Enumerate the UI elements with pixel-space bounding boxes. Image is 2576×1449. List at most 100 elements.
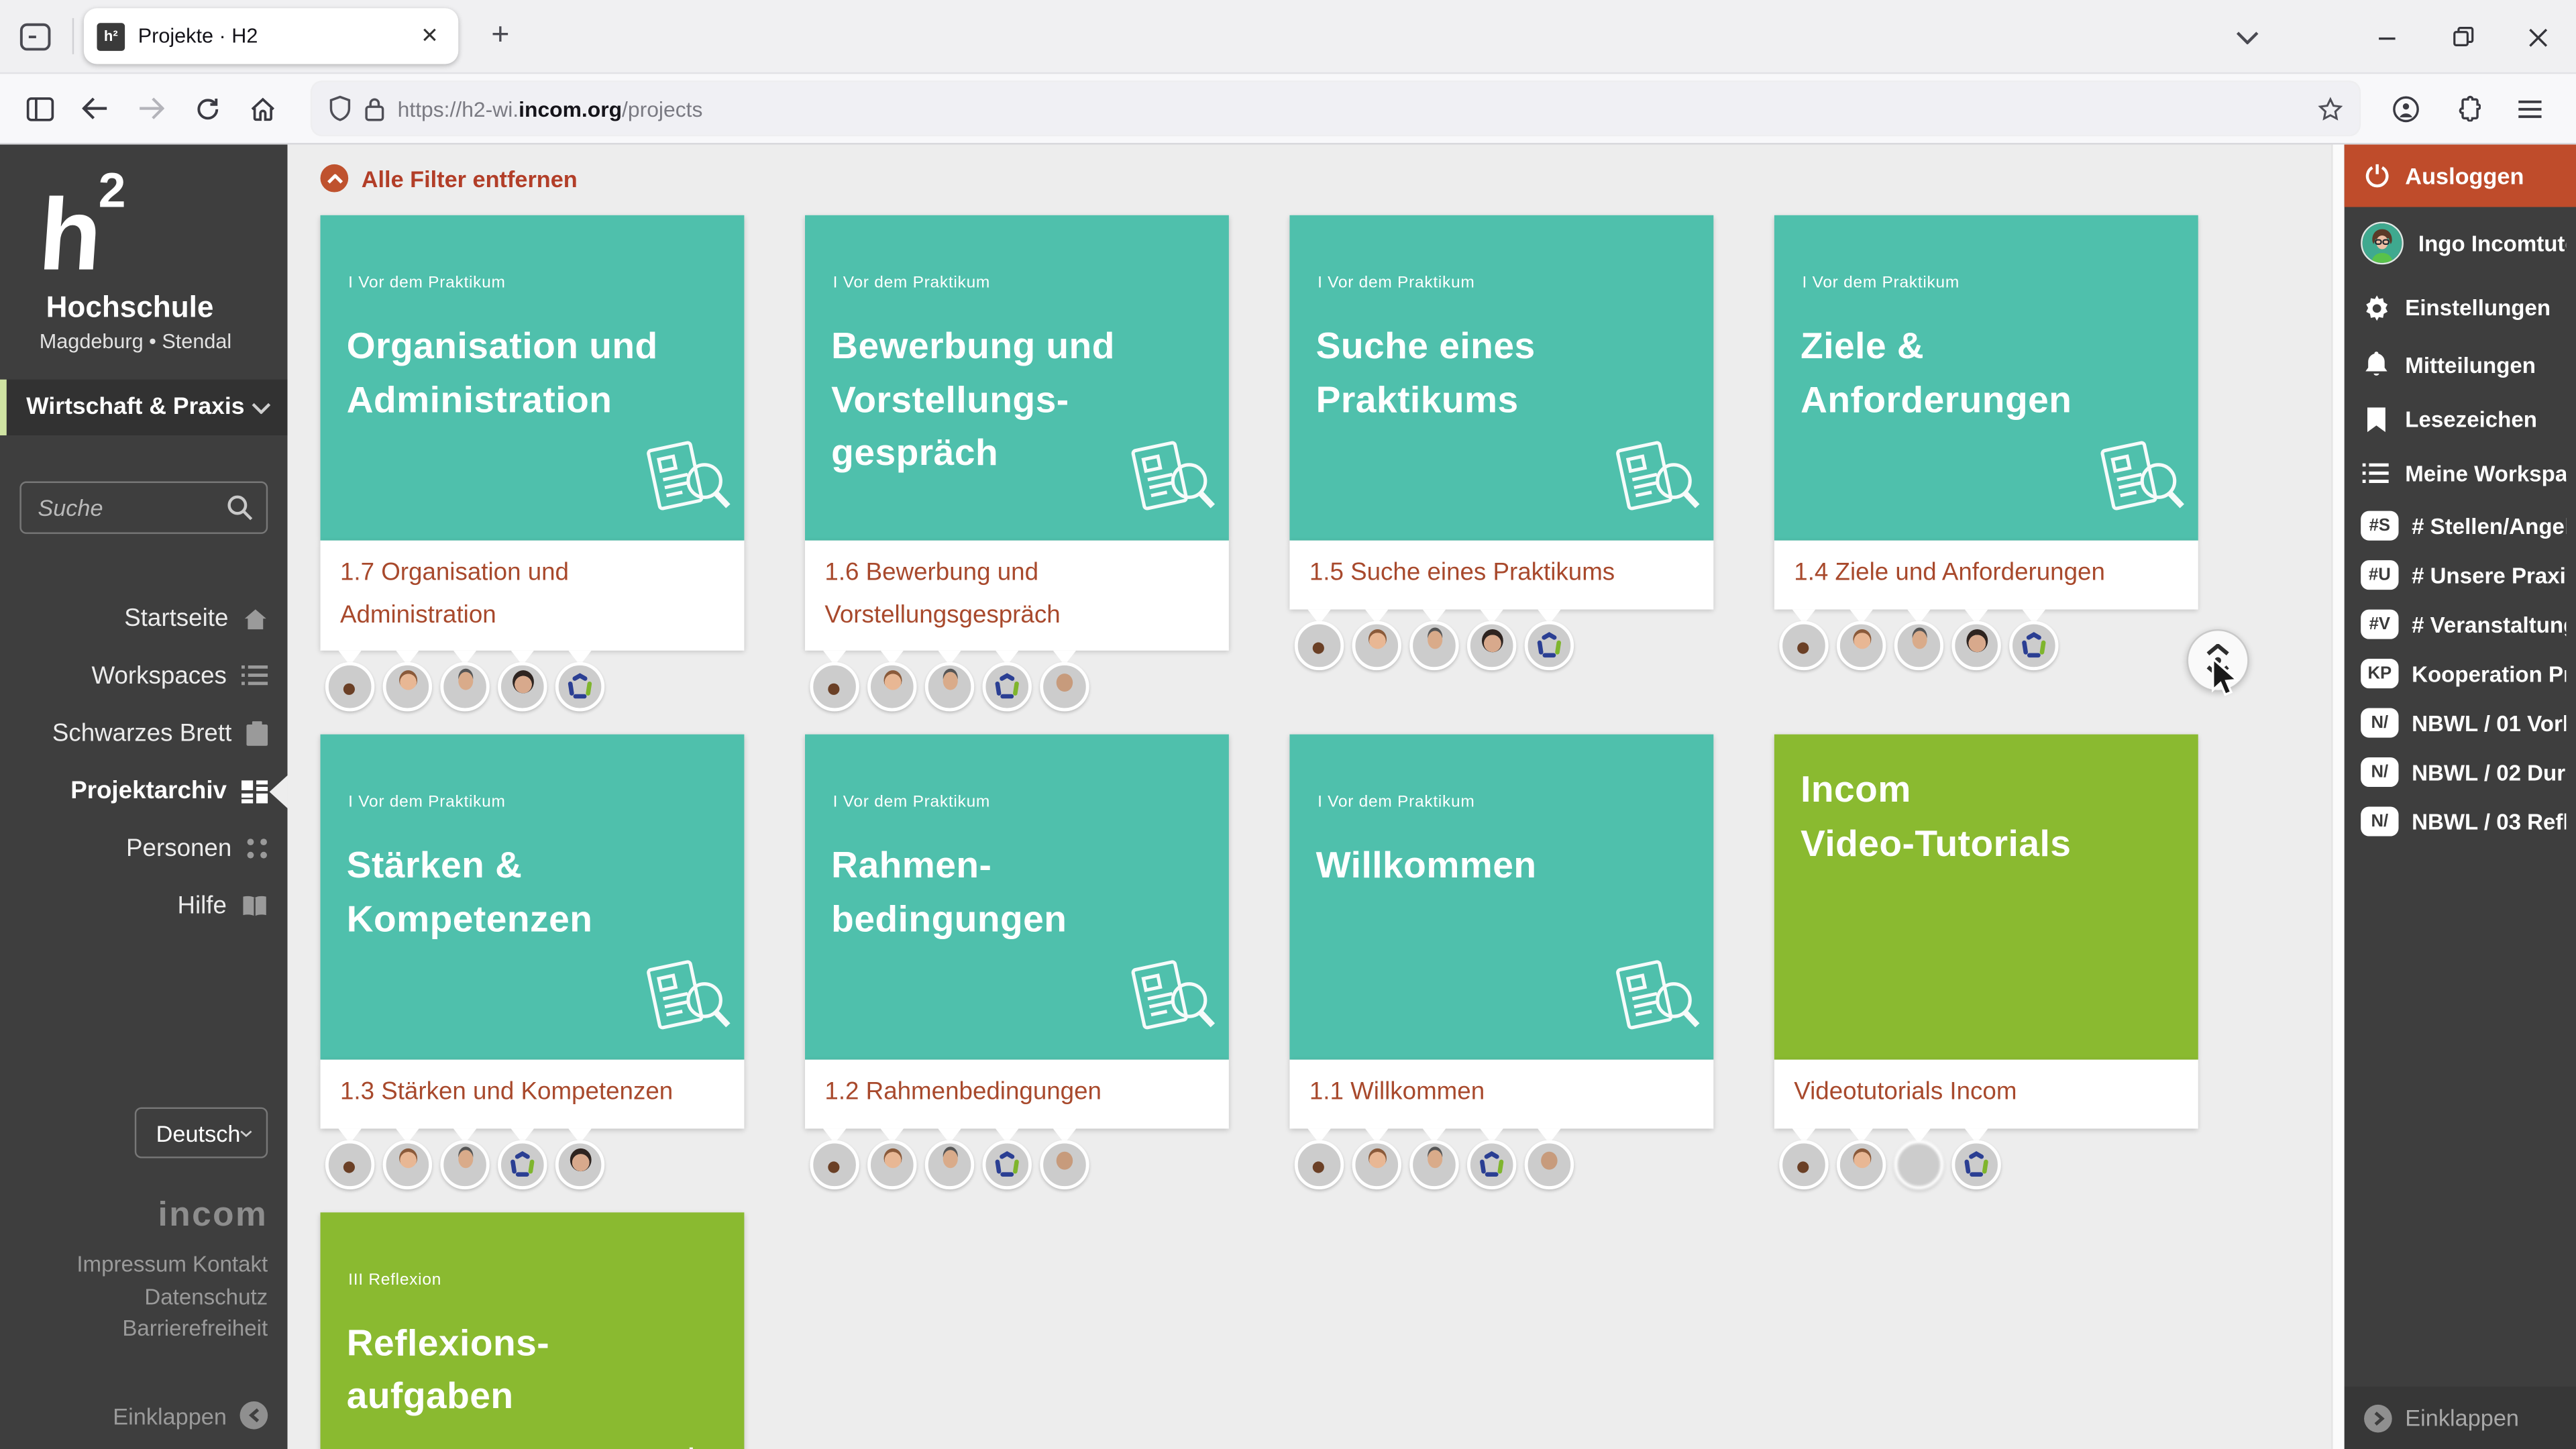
- forward-button[interactable]: [125, 82, 177, 134]
- browser-tab[interactable]: h² Projekte · H2 ✕: [84, 8, 458, 64]
- avatar-man-dark[interactable]: [1040, 1139, 1089, 1188]
- workspace-item[interactable]: KPKooperation Praxi...: [2345, 649, 2576, 698]
- right-sidebar-item-ingo-incomtutorial[interactable]: Ingo Incomtutorial: [2345, 207, 2576, 280]
- footer-link[interactable]: Barrierefreiheit: [76, 1313, 268, 1345]
- avatar-man[interactable]: [925, 1139, 974, 1188]
- avatar-child[interactable]: [325, 1139, 374, 1188]
- card-link[interactable]: Videotutorials Incom: [1794, 1071, 2178, 1113]
- workspace-item[interactable]: #U# Unsere PraxisIn...: [2345, 550, 2576, 599]
- card-link[interactable]: 1.1 Willkommen: [1309, 1071, 1694, 1113]
- bookmark-star-icon[interactable]: [2318, 96, 2343, 121]
- lock-icon[interactable]: [365, 96, 384, 121]
- avatar-child[interactable]: [1779, 620, 1828, 669]
- extensions-puzzle-icon[interactable]: [2441, 82, 2493, 134]
- avatar-incom-logo[interactable]: [982, 1139, 1031, 1188]
- home-button[interactable]: [237, 82, 289, 134]
- card-link[interactable]: 1.5 Suche eines Praktikums: [1309, 552, 1694, 594]
- avatar-man[interactable]: [440, 662, 489, 711]
- avatar-incom-logo[interactable]: [1467, 1139, 1516, 1188]
- avatar-child[interactable]: [1295, 620, 1344, 669]
- reload-button[interactable]: [180, 82, 233, 134]
- avatar-man-dark[interactable]: [1525, 1139, 1574, 1188]
- card-cover[interactable]: IncomVideo-Tutorials: [1774, 735, 2198, 1060]
- incom-wordmark[interactable]: incom: [76, 1196, 268, 1236]
- avatar-child[interactable]: [1779, 1139, 1828, 1188]
- avatar-woman-yellow[interactable]: [1837, 1139, 1886, 1188]
- workspace-item[interactable]: N/NBWL / 03 Reflexi...: [2345, 797, 2576, 846]
- new-tab-button[interactable]: +: [482, 18, 520, 54]
- logout-button[interactable]: Ausloggen: [2345, 145, 2576, 207]
- url-bar[interactable]: https://h2-wi.incom.org/projects: [312, 82, 2359, 134]
- minimize-button[interactable]: [2349, 0, 2425, 74]
- avatar-child[interactable]: [325, 662, 374, 711]
- avatar-man[interactable]: [1409, 620, 1458, 669]
- restore-button[interactable]: [2425, 0, 2501, 74]
- avatar-man[interactable]: [1409, 1139, 1458, 1188]
- avatar-incom-logo[interactable]: [1525, 620, 1574, 669]
- footer-link[interactable]: Datenschutz: [76, 1281, 268, 1313]
- card-cover[interactable]: I Vor dem PraktikumStärken &Kompetenzen: [321, 735, 745, 1060]
- sidebar-item-schwarzes-brett[interactable]: Schwarzes Brett: [0, 705, 288, 763]
- avatar-child[interactable]: [810, 1139, 859, 1188]
- collapse-left-sidebar[interactable]: Einklappen: [113, 1401, 268, 1430]
- search-icon[interactable]: [227, 494, 253, 521]
- avatar-woman-yellow[interactable]: [1352, 620, 1401, 669]
- avatar-woman-dark[interactable]: [498, 662, 547, 711]
- avatar-woman-dark[interactable]: [1467, 620, 1516, 669]
- collapse-right-sidebar[interactable]: Einklappen: [2345, 1387, 2576, 1449]
- firefox-view-icon[interactable]: [13, 15, 56, 58]
- right-sidebar-item-meine-workspaces[interactable]: Meine Workspaces: [2345, 447, 2576, 501]
- avatar-woman-dark[interactable]: [555, 1139, 604, 1188]
- avatar-woman-yellow[interactable]: [383, 1139, 432, 1188]
- right-sidebar-item-mitteilungen[interactable]: Mitteilungen: [2345, 337, 2576, 392]
- search-input[interactable]: [34, 493, 217, 523]
- close-button[interactable]: [2500, 0, 2576, 74]
- sidebar-item-personen[interactable]: Personen: [0, 820, 288, 877]
- avatar-man[interactable]: [440, 1139, 489, 1188]
- right-sidebar-item-lesezeichen[interactable]: Lesezeichen: [2345, 392, 2576, 447]
- avatar-man[interactable]: [925, 662, 974, 711]
- avatar-woman-yellow[interactable]: [867, 1139, 916, 1188]
- avatar-blurred[interactable]: [1894, 1139, 1943, 1188]
- language-select[interactable]: Deutsch: [135, 1108, 268, 1159]
- card-cover[interactable]: I Vor dem PraktikumOrganisation undAdmin…: [321, 215, 745, 541]
- avatar-man-dark[interactable]: [1040, 662, 1089, 711]
- avatar-child[interactable]: [810, 662, 859, 711]
- sidebar-item-projektarchiv[interactable]: Projektarchiv: [0, 762, 288, 820]
- card-cover[interactable]: I Vor dem PraktikumZiele &Anforderungen: [1774, 215, 2198, 541]
- avatar-woman-yellow[interactable]: [867, 662, 916, 711]
- avatar-incom-logo[interactable]: [982, 662, 1031, 711]
- avatar-woman-dark[interactable]: [1951, 620, 2000, 669]
- card-link[interactable]: 1.3 Stärken und Kompetenzen: [340, 1071, 724, 1113]
- remove-filters-bar[interactable]: Alle Filter entfernen: [321, 164, 2332, 193]
- hochschule-logo[interactable]: h2: [40, 168, 288, 288]
- avatar-man[interactable]: [1894, 620, 1943, 669]
- workspace-item[interactable]: N/NBWL / 01 Vorber...: [2345, 698, 2576, 747]
- card-link[interactable]: 1.2 Rahmenbedingungen: [824, 1071, 1209, 1113]
- avatar-incom-logo[interactable]: [555, 662, 604, 711]
- sidebar-toggle-icon[interactable]: [13, 82, 66, 134]
- card-cover[interactable]: I Vor dem PraktikumSuche einesPraktikums: [1289, 215, 1713, 541]
- url-text[interactable]: https://h2-wi.incom.org/projects: [398, 96, 2305, 121]
- card-cover[interactable]: I Vor dem PraktikumWillkommen: [1289, 735, 1713, 1060]
- menu-hamburger-icon[interactable]: [2504, 82, 2556, 134]
- workspace-item[interactable]: #V# Veranstaltungen...: [2345, 600, 2576, 649]
- card-link[interactable]: 1.6 Bewerbung und Vorstellungsgespräch: [824, 552, 1209, 636]
- avatar-incom-logo[interactable]: [1951, 1139, 2000, 1188]
- card-link[interactable]: 1.4 Ziele und Anforderungen: [1794, 552, 2178, 594]
- account-icon[interactable]: [2379, 82, 2431, 134]
- avatar-woman-yellow[interactable]: [1837, 620, 1886, 669]
- sidebar-item-startseite[interactable]: Startseite: [0, 590, 288, 647]
- avatar-incom-logo[interactable]: [498, 1139, 547, 1188]
- footer-link[interactable]: Impressum Kontakt: [76, 1248, 268, 1281]
- page-scrollbar[interactable]: [2331, 145, 2345, 1449]
- card-cover[interactable]: I Vor dem PraktikumBewerbung undVorstell…: [805, 215, 1229, 541]
- card-link[interactable]: 1.7 Organisation und Administration: [340, 552, 724, 636]
- right-sidebar-item-einstellungen[interactable]: Einstellungen: [2345, 279, 2576, 337]
- card-cover[interactable]: III ReflexionReflexions-aufgaben: [321, 1212, 745, 1449]
- avatar-woman-yellow[interactable]: [1352, 1139, 1401, 1188]
- workspace-item[interactable]: N/NBWL / 02 Durchf...: [2345, 747, 2576, 796]
- list-all-tabs-icon[interactable]: [2214, 0, 2280, 74]
- avatar-child[interactable]: [1295, 1139, 1344, 1188]
- workspace-selector[interactable]: Wirtschaft & Praxis: [0, 380, 288, 435]
